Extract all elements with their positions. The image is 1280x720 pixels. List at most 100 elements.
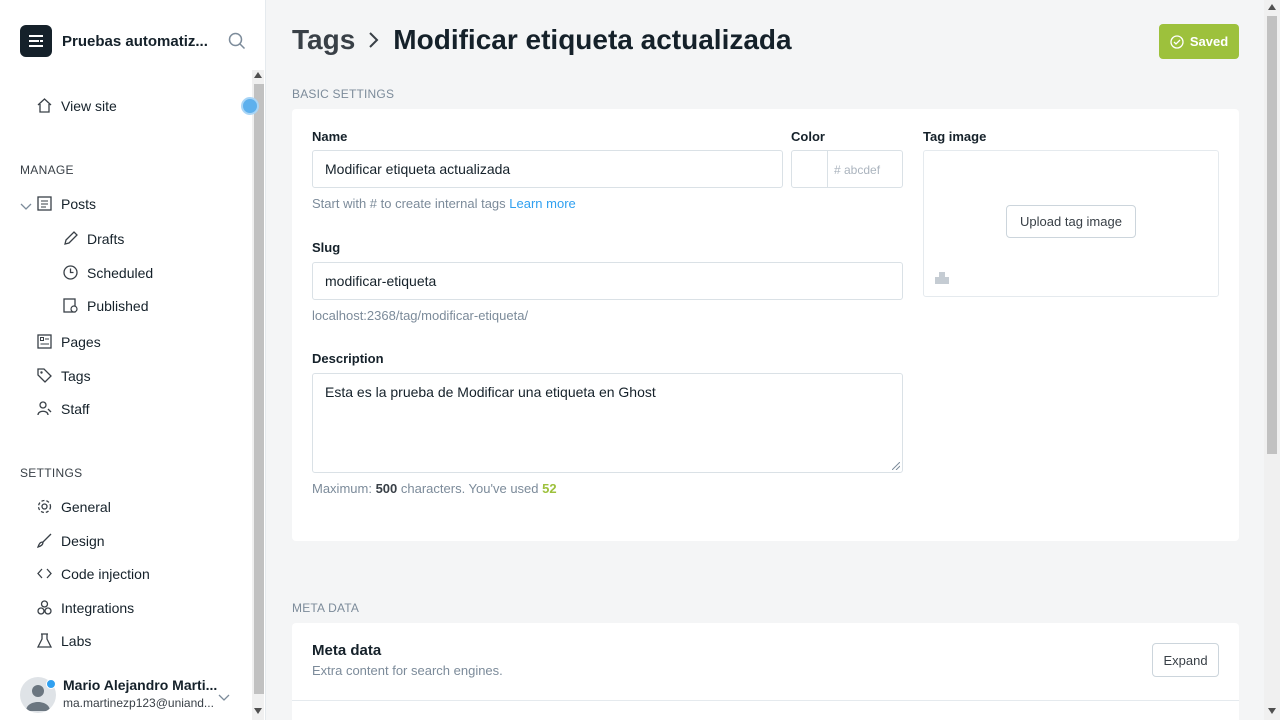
pencil-icon — [64, 231, 78, 245]
slug-input[interactable]: modificar-etiqueta — [312, 262, 903, 300]
nav-design[interactable]: Design — [36, 532, 105, 549]
saved-button[interactable]: Saved — [1159, 24, 1239, 59]
upload-label: Upload tag image — [1020, 214, 1122, 229]
nav-pages[interactable]: Pages — [36, 333, 101, 350]
scroll-up-icon[interactable] — [1268, 4, 1276, 10]
image-placeholder-icon — [934, 271, 950, 290]
nav-published-label: Published — [87, 297, 149, 314]
code-icon — [37, 568, 52, 579]
tag-image-dropzone[interactable]: Upload tag image — [923, 150, 1219, 297]
chevron-right-icon — [369, 32, 379, 48]
settings-section-label: SETTINGS — [20, 466, 83, 480]
learn-more-link[interactable]: Learn more — [509, 196, 575, 211]
nav-drafts[interactable]: Drafts — [62, 230, 124, 247]
nav-staff[interactable]: Staff — [36, 400, 90, 417]
nav-tags-label: Tags — [61, 367, 91, 384]
check-circle-icon — [1170, 34, 1184, 49]
integrations-icon — [37, 600, 52, 615]
nav-view-site[interactable]: View site — [36, 97, 117, 114]
expand-label: Expand — [1163, 652, 1208, 668]
pages-icon — [37, 334, 52, 349]
slug-input-value: modificar-etiqueta — [325, 273, 437, 289]
nav-labs-label: Labs — [61, 632, 92, 649]
chevron-down-icon[interactable] — [20, 199, 32, 217]
nav-scheduled-label: Scheduled — [87, 264, 154, 281]
notification-dot[interactable] — [241, 97, 259, 115]
slug-url: localhost:2368/tag/modificar-etiqueta/ — [312, 308, 529, 323]
flask-icon — [36, 633, 53, 648]
max-prefix: Maximum: — [312, 481, 376, 496]
site-brand[interactable]: Pruebas automatiz... — [20, 25, 212, 57]
expand-button[interactable]: Expand — [1152, 643, 1219, 677]
upload-tag-image-button[interactable]: Upload tag image — [1006, 205, 1136, 238]
nav-integrations[interactable]: Integrations — [36, 599, 134, 616]
max-value: 500 — [375, 481, 398, 496]
color-label: Color — [791, 129, 825, 144]
breadcrumb-tags-link[interactable]: Tags — [292, 24, 355, 56]
brush-icon — [36, 533, 52, 549]
nav-labs[interactable]: Labs — [36, 632, 91, 649]
site-logo-icon — [20, 25, 52, 57]
basic-settings-card: Name Modificar etiqueta actualizada Star… — [292, 109, 1239, 541]
sidebar-scrollbar-thumb[interactable] — [254, 84, 264, 694]
description-label: Description — [312, 351, 384, 366]
scroll-down-icon[interactable] — [1268, 708, 1276, 714]
nav-pages-label: Pages — [61, 333, 101, 350]
published-icon — [63, 298, 78, 313]
sidebar: Pruebas automatiz... View site MANAGE Po… — [0, 0, 266, 720]
description-textarea[interactable]: Esta es la prueba de Modificar una etiqu… — [312, 373, 903, 473]
tag-icon — [37, 368, 52, 383]
search-icon[interactable] — [228, 32, 246, 55]
user-name: Mario Alejandro Marti... — [63, 677, 218, 693]
description-value: Esta es la prueba de Modificar una etiqu… — [325, 384, 656, 400]
basic-settings-heading: BASIC SETTINGS — [292, 87, 395, 101]
gear-icon — [37, 499, 52, 514]
breadcrumb: Tags Modificar etiqueta actualizada — [292, 24, 792, 56]
home-icon — [37, 98, 52, 113]
nav-scheduled[interactable]: Scheduled — [62, 264, 153, 281]
nav-tags[interactable]: Tags — [36, 367, 91, 384]
scroll-down-icon[interactable] — [254, 708, 262, 714]
resize-handle-icon[interactable] — [892, 462, 900, 470]
main-content: Tags Modificar etiqueta actualizada Save… — [267, 0, 1264, 720]
slug-label: Slug — [312, 240, 341, 255]
meta-data-subtitle: Extra content for search engines. — [312, 663, 503, 678]
divider — [292, 700, 1239, 701]
chevron-down-icon[interactable] — [218, 690, 230, 708]
main-scrollbar-thumb[interactable] — [1267, 16, 1277, 454]
manage-section-label: MANAGE — [20, 163, 74, 177]
user-email: ma.martinezp123@uniand... — [63, 696, 214, 710]
nav-code-injection[interactable]: Code injection — [36, 565, 150, 582]
sidebar-scrollbar[interactable] — [252, 70, 264, 720]
used-value: 52 — [542, 481, 557, 496]
nav-integrations-label: Integrations — [61, 599, 135, 616]
page-title: Modificar etiqueta actualizada — [393, 24, 792, 55]
staff-icon — [37, 401, 52, 416]
name-input-value: Modificar etiqueta actualizada — [325, 161, 511, 177]
meta-data-title: Meta data — [312, 642, 382, 659]
nav-posts[interactable]: Posts — [36, 195, 96, 212]
nav-staff-label: Staff — [61, 400, 90, 417]
description-count: Maximum: 500 characters. You've used 52 — [312, 481, 557, 496]
name-label: Name — [312, 129, 348, 144]
nav-general-label: General — [61, 498, 111, 515]
meta-data-heading: META DATA — [292, 601, 360, 615]
name-hint: Start with # to create internal tags Lea… — [312, 196, 576, 211]
nav-published[interactable]: Published — [62, 297, 149, 314]
site-name: Pruebas automatiz... — [62, 32, 208, 50]
posts-icon — [37, 196, 52, 211]
color-divider — [827, 151, 828, 187]
scroll-up-icon[interactable] — [254, 72, 262, 78]
nav-design-label: Design — [61, 532, 105, 549]
name-input[interactable]: Modificar etiqueta actualizada — [312, 150, 783, 188]
main-scrollbar[interactable] — [1264, 0, 1280, 720]
meta-data-card: Meta data Extra content for search engin… — [292, 623, 1239, 720]
color-input[interactable]: # abcdef — [791, 150, 903, 188]
nav-code-injection-label: Code injection — [61, 565, 150, 582]
status-dot — [46, 679, 56, 689]
name-hint-text: Start with # to create internal tags — [312, 196, 510, 211]
nav-general[interactable]: General — [36, 498, 111, 515]
nav-view-site-label: View site — [61, 97, 117, 114]
nav-drafts-label: Drafts — [87, 230, 125, 247]
nav-posts-label: Posts — [61, 195, 97, 212]
